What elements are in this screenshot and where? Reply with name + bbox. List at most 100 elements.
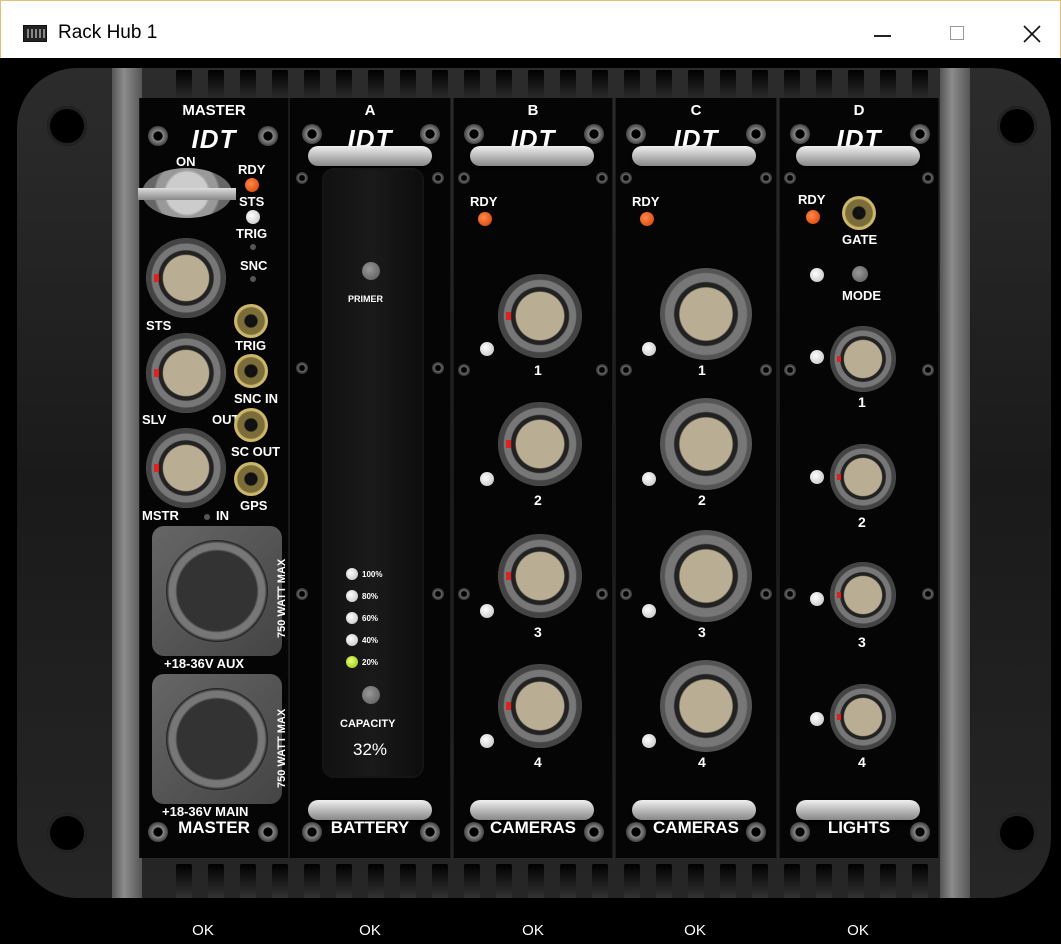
mode-button[interactable] — [852, 266, 868, 282]
port-label-2: 2 — [534, 492, 542, 508]
status-cameras-c: OK — [684, 922, 706, 939]
main-power-connector[interactable] — [152, 674, 282, 804]
minimize-button[interactable] — [852, 13, 912, 53]
in-led — [204, 514, 210, 520]
trig-jack[interactable] — [234, 304, 268, 338]
label-gps: GPS — [240, 498, 268, 513]
trig-led — [250, 244, 256, 250]
screw — [420, 124, 440, 144]
level-led-20 — [346, 656, 358, 668]
port-led-3 — [810, 592, 824, 606]
screw — [584, 124, 604, 144]
right-rail — [940, 68, 970, 898]
camera-port-4[interactable] — [498, 664, 582, 748]
light-port-4[interactable] — [830, 684, 896, 750]
module-header: MASTER — [182, 102, 246, 119]
port-label-3: 3 — [858, 634, 866, 650]
camera-port-1[interactable] — [660, 268, 752, 360]
master-module: MASTER IDT ON RDY STS TRIG SNC STS TRIG … — [138, 98, 289, 858]
screw — [760, 364, 772, 376]
capacity-label: CAPACITY — [340, 718, 396, 730]
screw — [620, 172, 632, 184]
mounting-hole — [47, 813, 87, 853]
status-cameras-b: OK — [522, 922, 544, 939]
maximize-button[interactable] — [926, 13, 986, 53]
port-led-2 — [810, 470, 824, 484]
mode-led — [810, 268, 824, 282]
bottom-vents — [157, 864, 947, 898]
sts-connector[interactable] — [146, 238, 226, 318]
close-button[interactable] — [1002, 13, 1061, 53]
camera-port-3[interactable] — [660, 530, 752, 622]
camera-port-2[interactable] — [498, 402, 582, 486]
screw — [620, 588, 632, 600]
camera-port-2[interactable] — [660, 398, 752, 490]
port-led-1 — [642, 342, 656, 356]
aux-power-connector[interactable] — [152, 526, 282, 656]
module-handle[interactable] — [632, 800, 756, 820]
port-label-1: 1 — [698, 362, 706, 378]
label-sts: STS — [239, 194, 265, 209]
camera-port-3[interactable] — [498, 534, 582, 618]
module-handle[interactable] — [470, 800, 594, 820]
rdy-led — [478, 212, 492, 226]
module-handle[interactable] — [308, 800, 432, 820]
capacity-button[interactable] — [362, 686, 380, 704]
screw — [760, 172, 772, 184]
module-handle[interactable] — [796, 146, 920, 166]
rack-chassis: MASTER IDT ON RDY STS TRIG SNC STS TRIG … — [17, 68, 1061, 898]
screw — [910, 124, 930, 144]
level-label-20: 20% — [362, 658, 379, 667]
screw — [922, 364, 934, 376]
screw — [596, 588, 608, 600]
screw — [458, 364, 470, 376]
module-caption: BATTERY — [330, 818, 410, 837]
port-label-4: 4 — [534, 754, 542, 770]
port-label-2: 2 — [858, 514, 866, 530]
mounting-hole — [47, 106, 87, 146]
light-port-1[interactable] — [830, 326, 896, 392]
power-key-switch[interactable] — [138, 168, 236, 218]
camera-port-1[interactable] — [498, 274, 582, 358]
label-rdy: RDY — [238, 162, 266, 177]
light-port-2[interactable] — [830, 444, 896, 510]
label-mstr: MSTR — [142, 508, 179, 523]
module-handle[interactable] — [308, 146, 432, 166]
port-led-4 — [642, 734, 656, 748]
screw — [784, 172, 796, 184]
module-handle[interactable] — [796, 800, 920, 820]
port-led-4 — [480, 734, 494, 748]
mstr-connector[interactable] — [146, 428, 226, 508]
cameras-module-c: C IDT RDY 1 2 3 4 CAMERAS — [615, 98, 777, 858]
module-handle[interactable] — [632, 146, 756, 166]
screw — [458, 172, 470, 184]
sts-led — [246, 210, 260, 224]
screw — [432, 588, 444, 600]
gps-jack[interactable] — [234, 462, 268, 496]
port-led-1 — [810, 350, 824, 364]
level-label-100: 100% — [362, 570, 383, 579]
light-port-3[interactable] — [830, 562, 896, 628]
snc-in-jack[interactable] — [234, 354, 268, 388]
screw — [464, 124, 484, 144]
port-led-2 — [480, 472, 494, 486]
status-master: OK — [192, 922, 214, 939]
label-sc-out: SC OUT — [231, 444, 281, 459]
module-header: C — [690, 102, 702, 119]
screw — [790, 124, 810, 144]
screw — [258, 126, 278, 146]
screw — [784, 588, 796, 600]
primer-label: PRIMER — [348, 294, 384, 304]
maximize-icon — [950, 26, 964, 40]
camera-port-4[interactable] — [660, 660, 752, 752]
primer-button[interactable] — [362, 262, 380, 280]
label-trig-jack: TRIG — [235, 338, 267, 353]
sc-out-jack[interactable] — [234, 408, 268, 442]
gate-jack[interactable] — [842, 196, 876, 230]
label-snc-in: SNC IN — [234, 391, 279, 406]
slv-connector[interactable] — [146, 333, 226, 413]
screw — [302, 124, 322, 144]
screw — [296, 172, 308, 184]
module-handle[interactable] — [470, 146, 594, 166]
label-in: IN — [216, 508, 229, 523]
